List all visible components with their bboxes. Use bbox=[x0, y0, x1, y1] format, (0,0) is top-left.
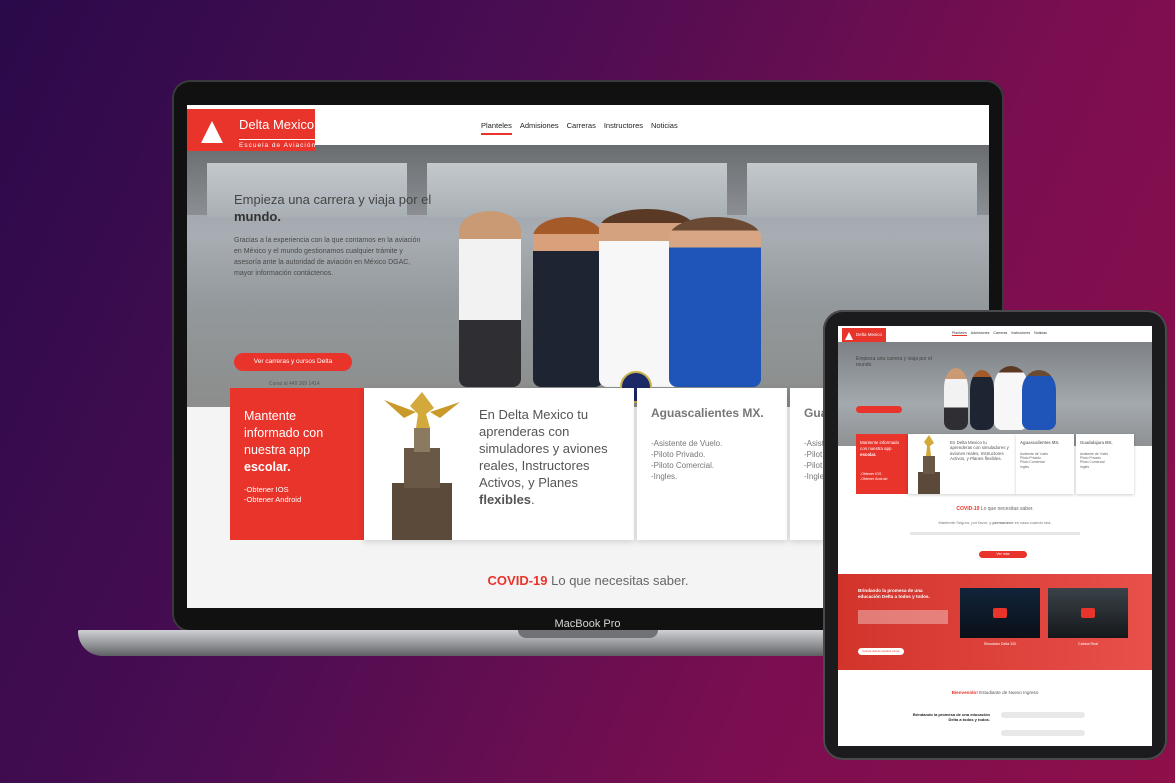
tablet-campus-name: Guadalajara MX. bbox=[1080, 440, 1113, 445]
tablet-campus-name: Aguascalientes MX. bbox=[1020, 440, 1060, 445]
tablet-campus-card[interactable]: Aguascalientes MX. Asistente de Vuelo Pi… bbox=[1016, 434, 1074, 494]
play-icon[interactable] bbox=[1081, 608, 1095, 618]
tablet-screen: Delta Mexico Planteles Admisiones Carrer… bbox=[838, 326, 1152, 746]
tablet-careers-button[interactable] bbox=[856, 406, 902, 413]
tablet-nav-links: Planteles Admisiones Carreras Instructor… bbox=[952, 331, 1047, 336]
campus-courses: -Asist -Pilot -Pilot -Ingle bbox=[804, 439, 825, 481]
app-card-title-bold: escolar. bbox=[244, 460, 291, 474]
tablet-app-card-title-bold: escolar. bbox=[860, 452, 877, 457]
nav-links: Planteles Admisiones Carreras Instructor… bbox=[481, 121, 678, 135]
hero-title-bold: mundo. bbox=[234, 209, 281, 224]
tablet-video-1[interactable] bbox=[960, 588, 1040, 638]
nav-item-planteles[interactable]: Planteles bbox=[481, 121, 512, 135]
tablet-covid-button[interactable]: Ver más bbox=[979, 551, 1027, 558]
tablet-welcome: Bienvenido! Estudiante de Nuevo Ingreso bbox=[838, 690, 1152, 695]
nav-item-carreras[interactable]: Carreras bbox=[567, 121, 596, 135]
campus-name: Aguascalientes MX. bbox=[651, 406, 764, 420]
tablet-form-field[interactable] bbox=[1001, 730, 1085, 736]
campus-courses: -Asistente de Vuelo. -Piloto Privado. -P… bbox=[651, 439, 723, 481]
crew-pilot-image bbox=[459, 211, 521, 387]
play-icon[interactable] bbox=[993, 608, 1007, 618]
tablet-campus-card[interactable]: Guadalajara MX. Asistente de Vuelo Pilot… bbox=[1076, 434, 1134, 494]
tablet-bottom-title: Brindando la promesa de una educación De… bbox=[912, 712, 990, 722]
hero-title: Empieza una carrera y viaja por el mundo… bbox=[234, 191, 434, 225]
tablet-covid-subtitle: Mantente Seguro, por favor, y permanece … bbox=[838, 520, 1152, 525]
promo-text: En Delta Mexico tu aprenderas con simula… bbox=[479, 406, 619, 508]
tablet-video-2[interactable] bbox=[1048, 588, 1128, 638]
angel-monument-image bbox=[918, 435, 940, 494]
delta-logo-icon bbox=[201, 121, 223, 143]
tablet-video-caption: Cabina Real bbox=[1078, 642, 1098, 646]
tablet-covid-text-lines bbox=[910, 532, 1080, 535]
crew-pilot-image bbox=[944, 368, 968, 430]
angel-monument-image bbox=[384, 392, 460, 540]
tablet-welcome-text: Estudiante de Nuevo Ingreso bbox=[977, 690, 1039, 695]
app-card-title: Mantente informado con nuestra app escol… bbox=[244, 408, 354, 476]
promo-text-bold: flexibles bbox=[479, 492, 532, 507]
tablet-video-caption: Simulador Delta 320 bbox=[983, 642, 1017, 646]
promo-text-tail: . bbox=[531, 492, 535, 507]
tablet-app-card: Mantente informado con nuestra app escol… bbox=[856, 434, 908, 494]
covid-heading-text: Lo que necesitas saber. bbox=[547, 573, 689, 588]
tablet-promo-text: En Delta Mexico tu aprenderas con simula… bbox=[950, 440, 1009, 462]
tablet-nav-item[interactable]: Admisiones bbox=[971, 331, 990, 336]
hero-phone: Curso al 449 269 1414 bbox=[269, 381, 320, 387]
hero-title-text: Empieza una carrera y viaja por el bbox=[234, 192, 432, 207]
tablet-app-links[interactable]: -Obtener IOS -Obtener Android bbox=[860, 472, 887, 481]
tablet-covid-sub-bold: permanece bbox=[992, 520, 1014, 525]
tablet-red-title: Brindando la promesa de una educación De… bbox=[858, 588, 930, 599]
brand-name: Delta Mexico bbox=[239, 117, 315, 132]
hero-description: Gracias a la experiencia con la que cont… bbox=[234, 237, 421, 277]
covid-heading-bold: COVID-19 bbox=[487, 573, 548, 588]
careers-button[interactable]: Ver carreras y cursos Delta bbox=[234, 353, 352, 371]
tablet-nav: Delta Mexico Planteles Admisiones Carrer… bbox=[838, 326, 1152, 344]
tablet-welcome-bold: Bienvenido! bbox=[951, 690, 978, 695]
tablet-brand-name: Delta Mexico bbox=[856, 332, 883, 337]
tablet-covid-text: Lo que necesitas saber. bbox=[979, 506, 1034, 512]
tablet-covid-bold: COVID-19 bbox=[956, 506, 980, 512]
tablet-covid-sub-post: en casa cuando sea. bbox=[1013, 520, 1052, 525]
crew-attendant-image bbox=[533, 217, 603, 387]
cockpit-window bbox=[427, 163, 727, 217]
tablet-app-card-title-text: Mantente informado con nuestra app bbox=[860, 440, 900, 451]
tablet-red-button[interactable]: Conoce más de nuestros cursos bbox=[858, 648, 904, 655]
nav-item-instructores[interactable]: Instructores bbox=[604, 121, 643, 135]
tablet-hero-title: Empieza una carrera y viaja por el mundo… bbox=[856, 356, 932, 368]
tablet-campus-courses: Asistente de Vuelo Piloto Privado Piloto… bbox=[1020, 452, 1049, 469]
tablet-form-field[interactable] bbox=[1001, 712, 1085, 718]
tablet-nav-item[interactable]: Noticias bbox=[1034, 331, 1047, 336]
app-card: Mantente informado con nuestra app escol… bbox=[230, 388, 364, 540]
tablet-red-section: Brindando la promesa de una educación De… bbox=[838, 574, 1152, 670]
tablet-app-card-title: Mantente informado con nuestra app escol… bbox=[860, 440, 904, 458]
tablet-campus-courses: Asistente de Vuelo Piloto Privado Piloto… bbox=[1080, 452, 1109, 469]
nav-item-noticias[interactable]: Noticias bbox=[651, 121, 678, 135]
promo-card: En Delta Mexico tu aprenderas con simula… bbox=[364, 388, 634, 540]
app-card-title-text: Mantente informado con nuestra app bbox=[244, 409, 324, 457]
app-links: -Obtener IOS -Obtener Android bbox=[244, 485, 301, 505]
crew-mechanic-image bbox=[1022, 370, 1056, 430]
tablet-covid-sub-pre: Mantente Seguro, por favor, y bbox=[938, 520, 992, 525]
tablet-covid-heading: COVID-19 Lo que necesitas saber. bbox=[838, 506, 1152, 512]
tablet-nav-item[interactable]: Planteles bbox=[952, 331, 967, 336]
tablet-red-text-lines bbox=[858, 610, 948, 624]
campus-card-aguascalientes[interactable]: Aguascalientes MX. -Asistente de Vuelo. … bbox=[637, 388, 787, 540]
tablet-hero: Empieza una carrera y viaja por el mundo… bbox=[838, 342, 1152, 446]
android-link[interactable]: -Obtener Android bbox=[244, 495, 301, 505]
brand-tagline: Escuela de Aviación bbox=[239, 139, 317, 149]
promo-text-body: En Delta Mexico tu aprenderas con simula… bbox=[479, 407, 608, 490]
tablet-nav-item[interactable]: Carreras bbox=[993, 331, 1007, 336]
tablet-nav-item[interactable]: Instructores bbox=[1011, 331, 1030, 336]
brand-logo[interactable]: Delta Mexico Escuela de Aviación bbox=[187, 109, 317, 151]
cockpit-window bbox=[747, 163, 977, 217]
delta-logo-icon bbox=[845, 332, 853, 340]
crew-mechanic-image bbox=[669, 217, 761, 387]
nav-item-admisiones[interactable]: Admisiones bbox=[520, 121, 559, 135]
tablet-promo-card: En Delta Mexico tu aprenderas con simula… bbox=[908, 434, 1016, 494]
crew-attendant-image bbox=[970, 370, 994, 430]
ios-link[interactable]: -Obtener IOS bbox=[244, 485, 301, 495]
